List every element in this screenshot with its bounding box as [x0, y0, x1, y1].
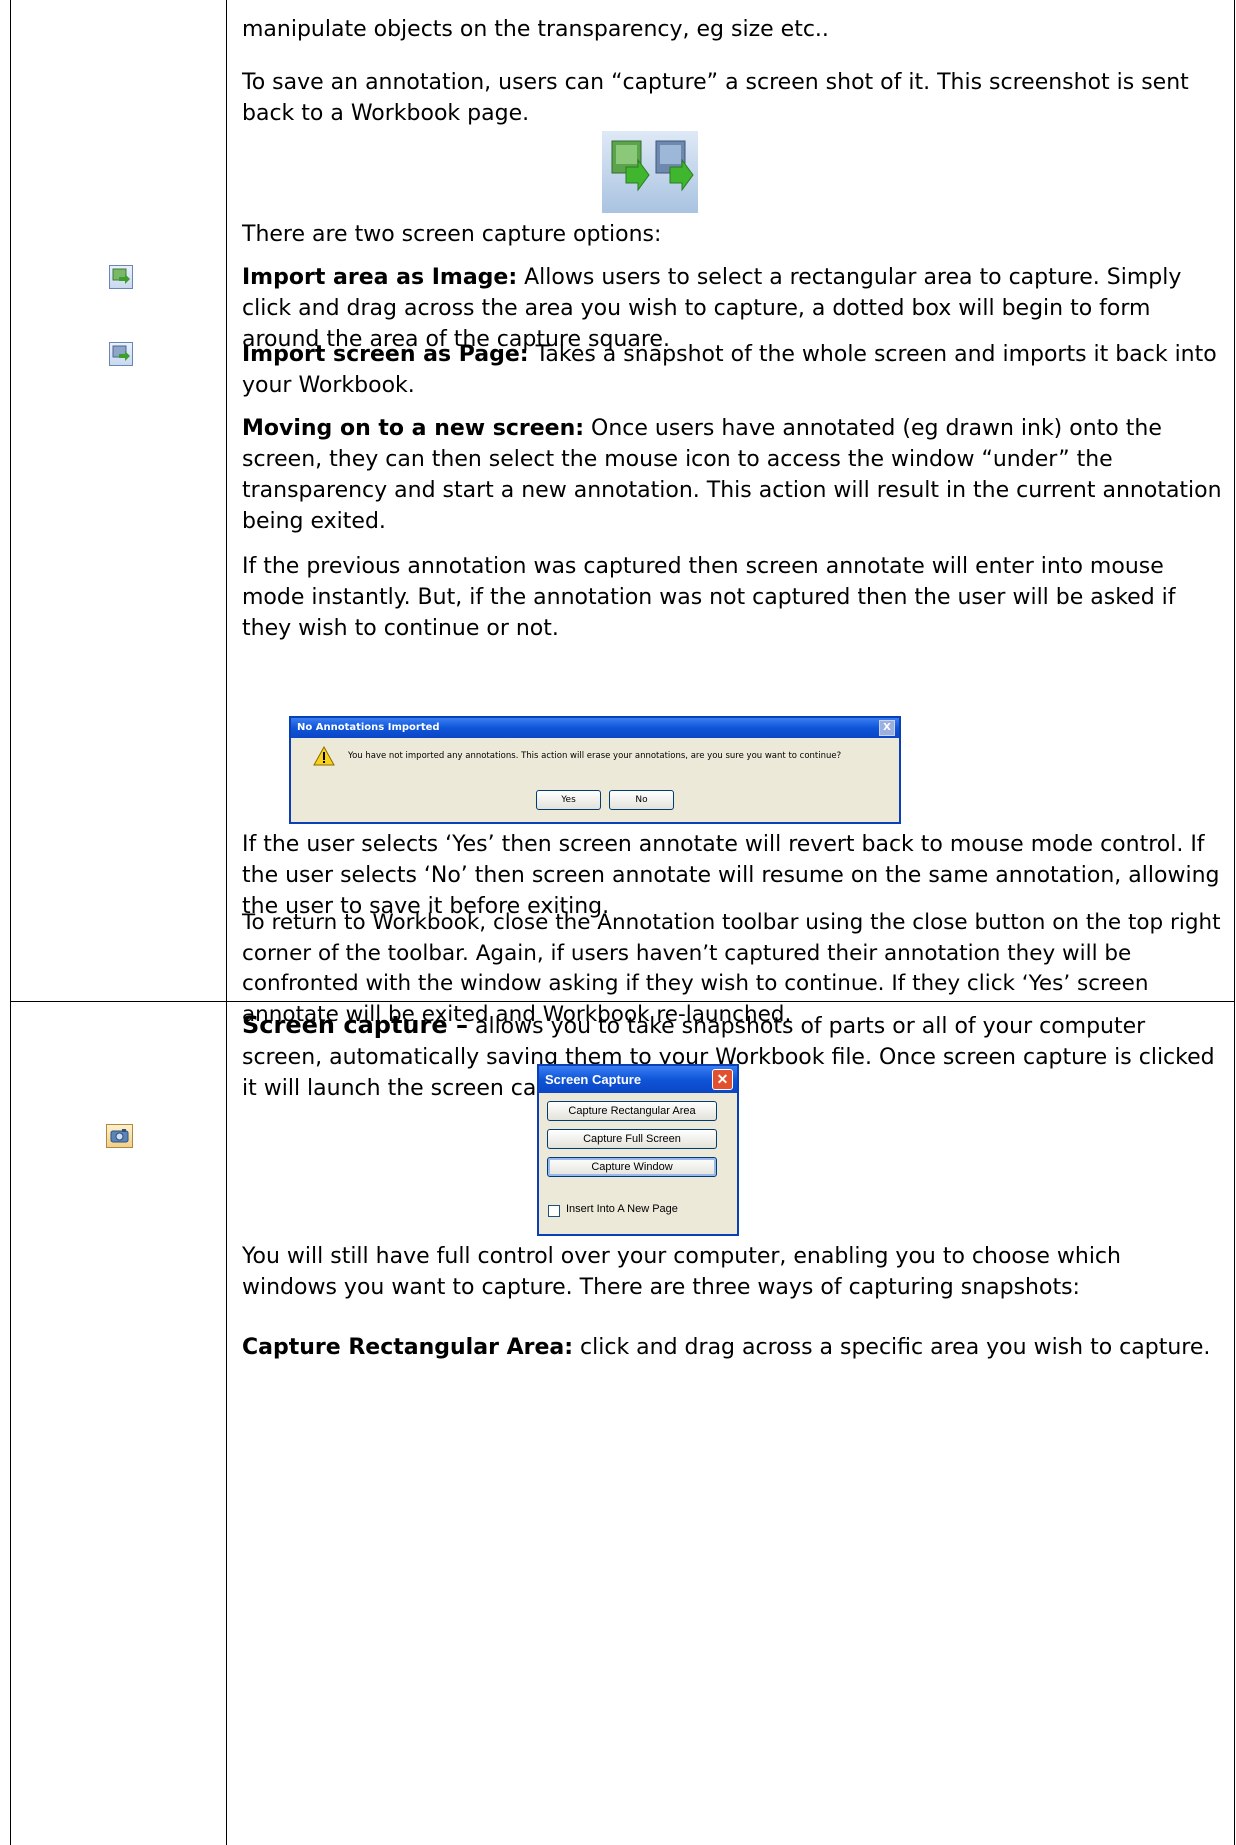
- full-control-text: You will still have full control over yo…: [242, 1244, 1121, 1300]
- import-area-heading: Import area as Image:: [242, 265, 518, 290]
- sc-titlebar: Screen Capture ✕: [539, 1066, 737, 1093]
- sc-close-button[interactable]: ✕: [712, 1069, 733, 1090]
- yes-button[interactable]: Yes: [536, 790, 601, 810]
- manipulate-text: manipulate objects on the transparency, …: [242, 17, 829, 42]
- document-table: manipulate objects on the transparency, …: [0, 0, 1236, 1845]
- previous-captured-text: If the previous annotation was captured …: [242, 554, 1176, 641]
- capture-toolbar-image: [602, 131, 698, 213]
- screen-capture-heading: Screen capture –: [242, 1011, 468, 1039]
- import-screen-paragraph: Import screen as Page: Takes a snapshot …: [242, 339, 1222, 401]
- capture-window-button[interactable]: Capture Window: [547, 1157, 717, 1177]
- import-screen-heading: Import screen as Page:: [242, 342, 529, 367]
- dialog-titlebar: No Annotations Imported X: [291, 718, 899, 738]
- dialog-close-button[interactable]: X: [879, 720, 895, 736]
- table-border-left: [10, 0, 11, 1845]
- capture-rectangular-area-button[interactable]: Capture Rectangular Area: [547, 1101, 717, 1121]
- import-area-icon[interactable]: [109, 265, 133, 289]
- table-border-right: [1234, 0, 1235, 1845]
- warning-icon: [313, 745, 335, 770]
- table-border-middle: [226, 0, 227, 1845]
- moving-on-heading: Moving on to a new screen:: [242, 416, 585, 441]
- save-annotation-text: To save an annotation, users can “captur…: [242, 70, 1189, 126]
- insert-new-page-checkbox[interactable]: [548, 1205, 560, 1217]
- screen-capture-dialog: Screen Capture ✕ Capture Rectangular Are…: [537, 1064, 739, 1236]
- import-screen-icon[interactable]: [109, 342, 133, 366]
- dialog-message: You have not imported any annotations. T…: [348, 751, 842, 761]
- capture-rect-description: click and drag across a specific area yo…: [573, 1335, 1211, 1360]
- camera-icon[interactable]: [106, 1124, 133, 1148]
- capture-rect-heading: Capture Rectangular Area:: [242, 1335, 574, 1360]
- dialog-title: No Annotations Imported: [297, 722, 440, 733]
- capture-full-screen-button[interactable]: Capture Full Screen: [547, 1129, 717, 1149]
- capture-rect-paragraph: Capture Rectangular Area: click and drag…: [242, 1332, 1222, 1363]
- two-options-text: There are two screen capture options:: [242, 222, 662, 247]
- moving-on-paragraph: Moving on to a new screen: Once users ha…: [242, 413, 1222, 537]
- sc-title: Screen Capture: [545, 1072, 642, 1087]
- insert-new-page-label: Insert Into A New Page: [566, 1203, 678, 1215]
- no-annotations-dialog: No Annotations Imported X You have not i…: [289, 716, 901, 824]
- no-button[interactable]: No: [609, 790, 674, 810]
